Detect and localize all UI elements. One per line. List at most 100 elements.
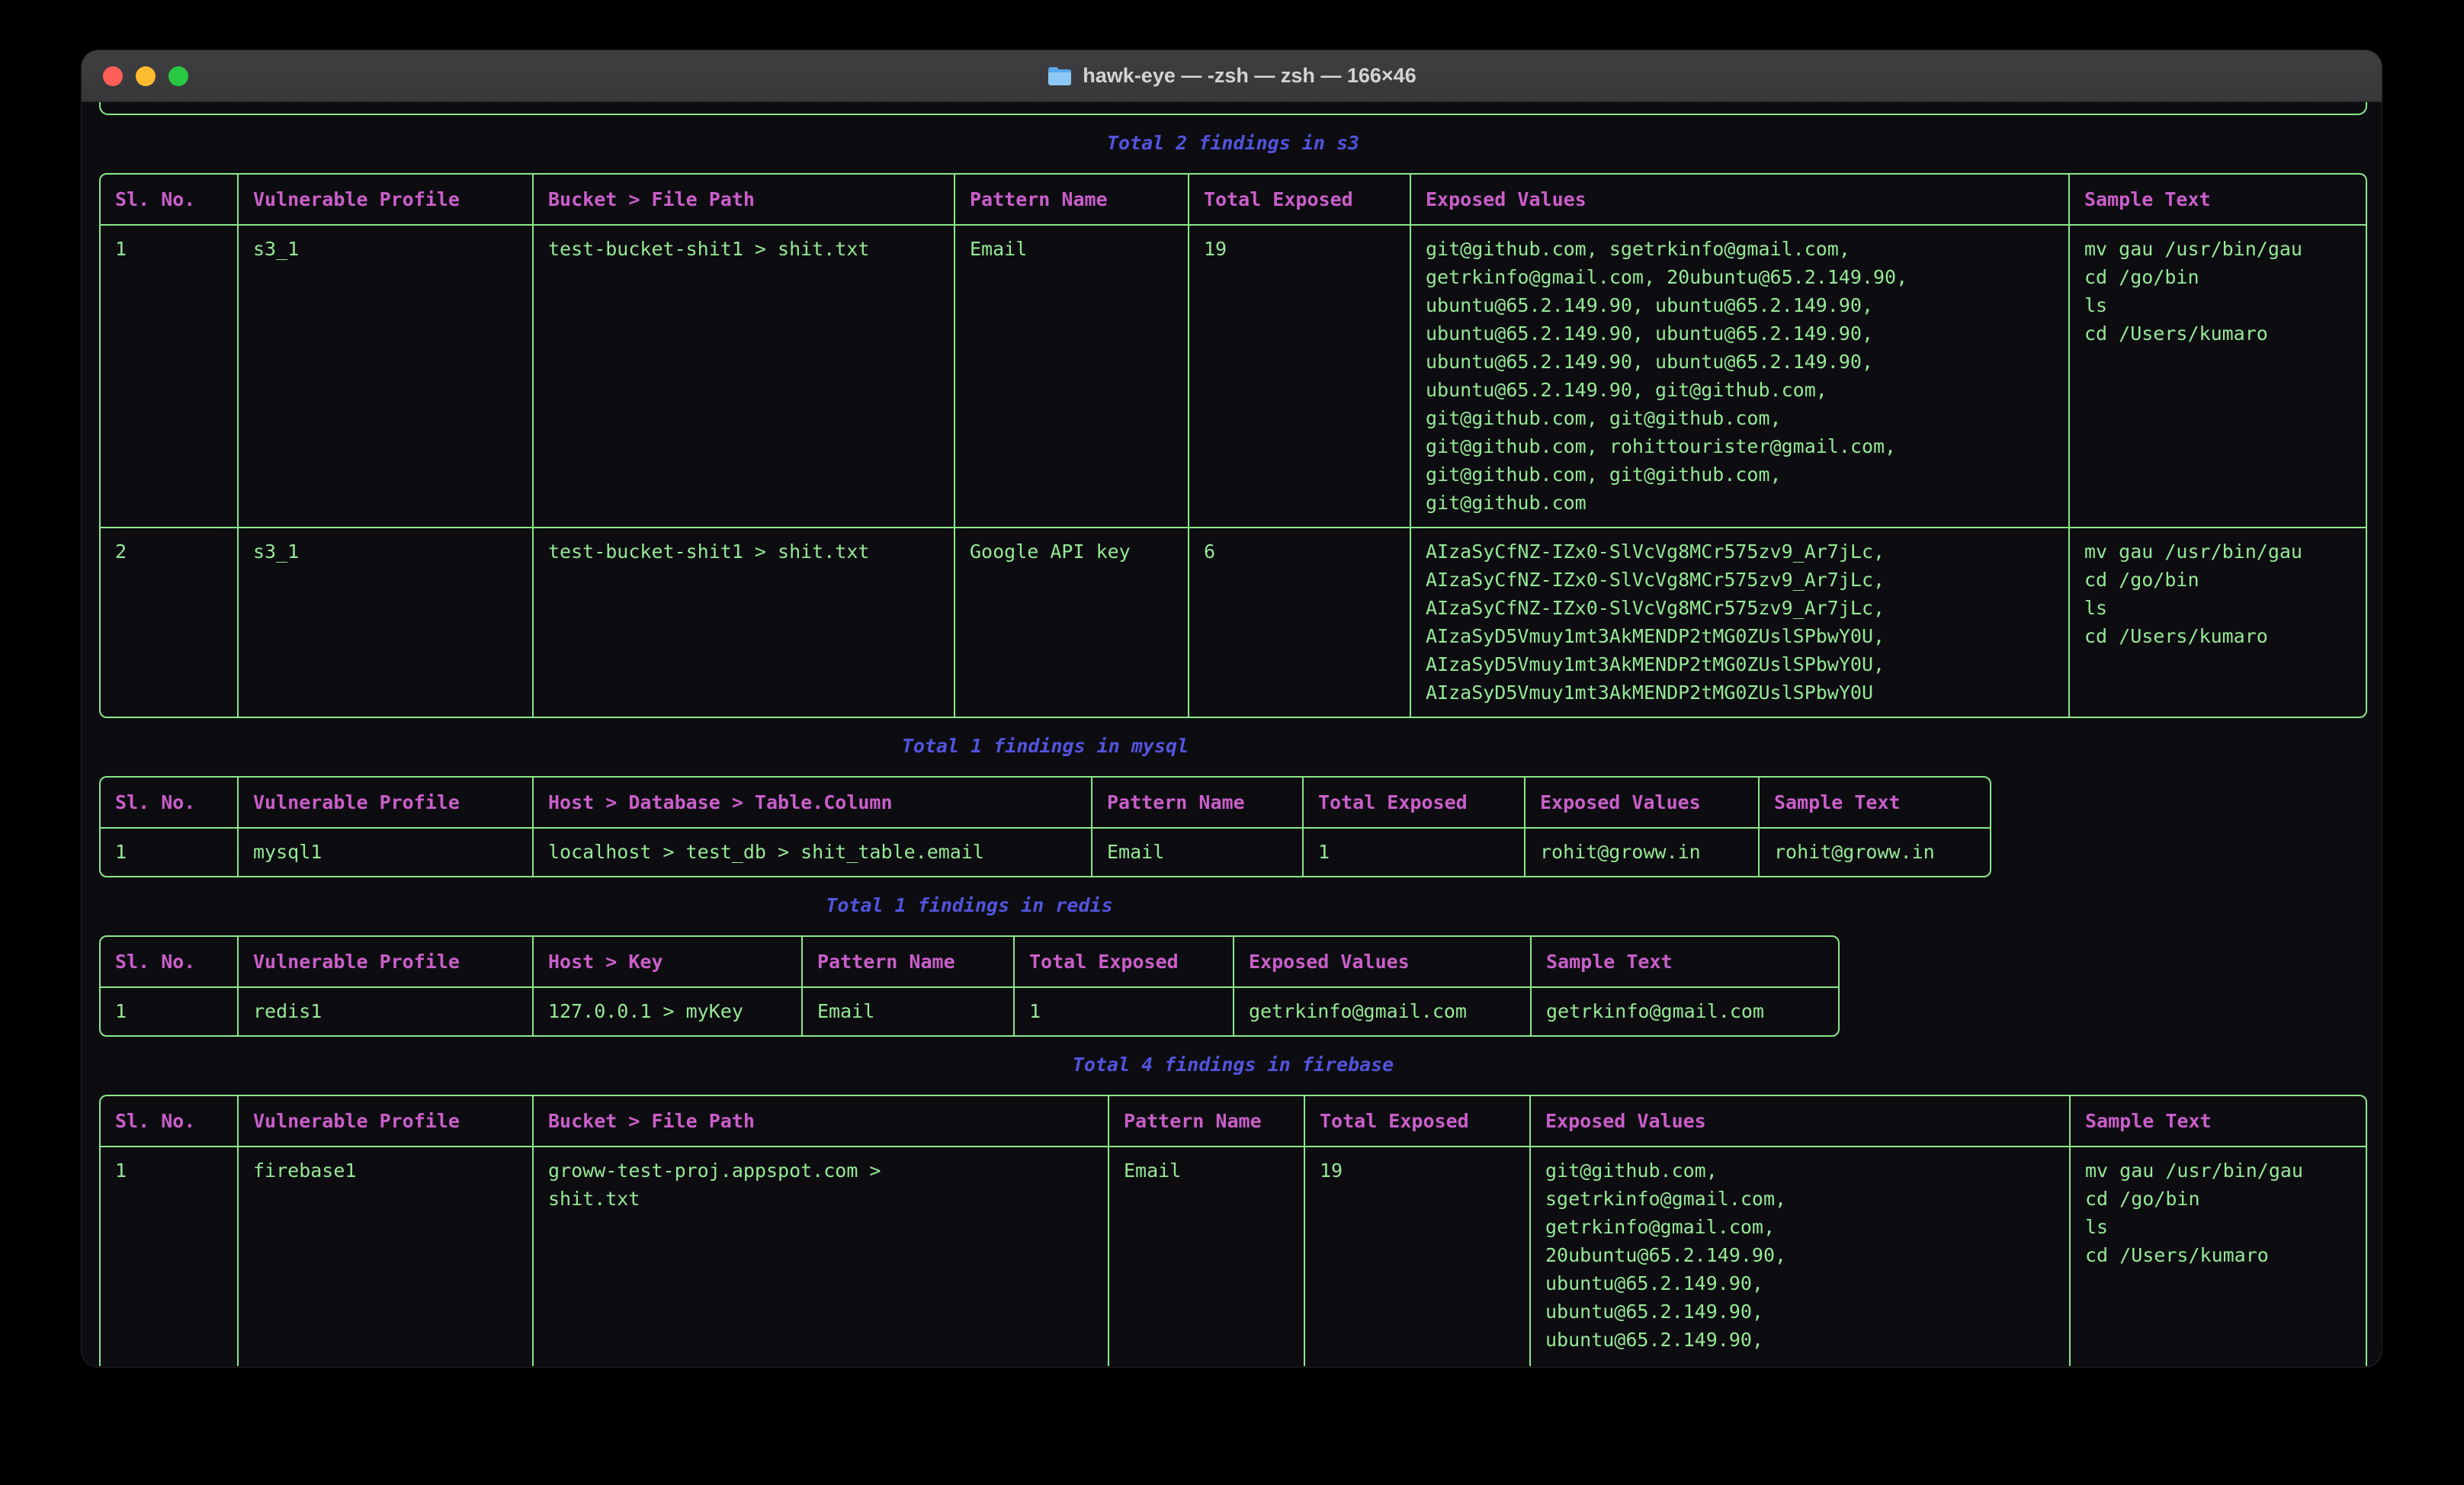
findings-section-redis: Total 1 findings in redis Sl. No.Vulnerab… (99, 891, 1840, 1037)
table-mysql: Sl. No.Vulnerable ProfileHost > Database… (101, 778, 1991, 876)
header-row: Sl. No.Vulnerable ProfileHost > Database… (101, 778, 1991, 828)
column-header: Exposed Values (1410, 175, 2069, 225)
column-header: Vulnerable Profile (238, 778, 533, 828)
column-header: Bucket > File Path (533, 1096, 1108, 1147)
table-row: 1mysql1localhost > test_db > shit_table.… (101, 828, 1991, 876)
folder-icon (1047, 65, 1073, 88)
column-header: Pattern Name (954, 175, 1189, 225)
column-header: Sample Text (1531, 937, 1840, 987)
findings-table-redis: Sl. No.Vulnerable ProfileHost > KeyPatte… (99, 935, 1840, 1037)
column-header: Sl. No. (101, 937, 238, 987)
column-header: Sample Text (2069, 175, 2367, 225)
table-cell: Email (802, 987, 1014, 1035)
table-cell: Google API key (954, 528, 1189, 717)
table-cell: redis1 (238, 987, 533, 1035)
column-header: Sample Text (2070, 1096, 2367, 1147)
column-header: Total Exposed (1014, 937, 1234, 987)
column-header: Vulnerable Profile (238, 1096, 533, 1147)
findings-section-firebase: Total 4 findings in firebase Sl. No.Vulne… (99, 1050, 2367, 1366)
column-header: Total Exposed (1303, 778, 1525, 828)
table-cell: 1 (1303, 828, 1525, 876)
column-header: Sl. No. (101, 1096, 238, 1147)
column-header: Total Exposed (1189, 175, 1410, 225)
table-cell: rohit@groww.in (1759, 828, 1991, 876)
table-cell: 1 (101, 225, 238, 528)
table-cell: Email (954, 225, 1189, 528)
table-cell: 1 (101, 828, 238, 876)
table-cell: git@github.com, sgetrkinfo@gmail.com, ge… (1530, 1147, 2070, 1366)
table-cell: mv gau /usr/bin/gau cd /go/bin ls cd /Us… (2070, 1147, 2367, 1366)
window-titlebar[interactable]: hawk-eye — -zsh — zsh — 166×46 (82, 50, 2382, 102)
section-title-firebase: Total 4 findings in firebase (99, 1050, 2367, 1079)
findings-table-firebase: Sl. No.Vulnerable ProfileBucket > File P… (99, 1095, 2367, 1366)
column-header: Sl. No. (101, 778, 238, 828)
column-header: Sl. No. (101, 175, 238, 225)
previous-table-bottom-border (99, 102, 2367, 115)
column-header: Exposed Values (1234, 937, 1531, 987)
table-cell: groww-test-proj.appspot.com > shit.txt (533, 1147, 1108, 1366)
table-cell: getrkinfo@gmail.com (1234, 987, 1531, 1035)
table-cell: rohit@groww.in (1525, 828, 1759, 876)
table-cell: firebase1 (238, 1147, 533, 1366)
header-row: Sl. No.Vulnerable ProfileBucket > File P… (101, 175, 2367, 225)
table-cell: s3_1 (238, 225, 533, 528)
table-cell: 2 (101, 528, 238, 717)
table-cell: Email (1108, 1147, 1304, 1366)
column-header: Exposed Values (1530, 1096, 2070, 1147)
section-title-mysql: Total 1 findings in mysql (99, 732, 1991, 760)
findings-section-s3: Total 2 findings in s3 Sl. No.Vulnerable … (99, 129, 2367, 718)
table-cell: mv gau /usr/bin/gau cd /go/bin ls cd /Us… (2069, 225, 2367, 528)
table-cell: 6 (1189, 528, 1410, 717)
column-header: Vulnerable Profile (238, 937, 533, 987)
findings-section-mysql: Total 1 findings in mysql Sl. No.Vulnerab… (99, 732, 1991, 877)
column-header: Pattern Name (1108, 1096, 1304, 1147)
header-row: Sl. No.Vulnerable ProfileHost > KeyPatte… (101, 937, 1840, 987)
findings-table-s3: Sl. No.Vulnerable ProfileBucket > File P… (99, 173, 2367, 718)
table-cell: 1 (101, 1147, 238, 1366)
traffic-lights (103, 66, 188, 86)
window-title-area: hawk-eye — -zsh — zsh — 166×46 (82, 64, 2382, 88)
terminal-window: hawk-eye — -zsh — zsh — 166×46 Total 2 f… (82, 50, 2382, 1367)
column-header: Bucket > File Path (533, 175, 954, 225)
table-row: 1firebase1groww-test-proj.appspot.com > … (101, 1147, 2367, 1366)
table-firebase: Sl. No.Vulnerable ProfileBucket > File P… (101, 1096, 2367, 1366)
close-button[interactable] (103, 66, 123, 86)
table-redis: Sl. No.Vulnerable ProfileHost > KeyPatte… (101, 937, 1840, 1035)
table-cell: Email (1092, 828, 1303, 876)
table-cell: s3_1 (238, 528, 533, 717)
column-header: Sample Text (1759, 778, 1991, 828)
table-row: 1s3_1test-bucket-shit1 > shit.txtEmail19… (101, 225, 2367, 528)
column-header: Exposed Values (1525, 778, 1759, 828)
minimize-button[interactable] (136, 66, 156, 86)
table-cell: mysql1 (238, 828, 533, 876)
table-cell: getrkinfo@gmail.com (1531, 987, 1840, 1035)
header-row: Sl. No.Vulnerable ProfileBucket > File P… (101, 1096, 2367, 1147)
findings-sections: Total 2 findings in s3Sl. No.Vulnerable … (99, 129, 2364, 1366)
terminal-content[interactable]: Total 2 findings in s3Sl. No.Vulnerable … (82, 102, 2382, 1366)
column-header: Pattern Name (1092, 778, 1303, 828)
window-title: hawk-eye — -zsh — zsh — 166×46 (1083, 64, 1416, 88)
table-cell: 1 (1014, 987, 1234, 1035)
zoom-button[interactable] (168, 66, 188, 86)
section-title-s3: Total 2 findings in s3 (99, 129, 2367, 157)
column-header: Vulnerable Profile (238, 175, 533, 225)
table-cell: 127.0.0.1 > myKey (533, 987, 802, 1035)
column-header: Host > Key (533, 937, 802, 987)
table-cell: test-bucket-shit1 > shit.txt (533, 225, 954, 528)
column-header: Host > Database > Table.Column (533, 778, 1092, 828)
findings-table-mysql: Sl. No.Vulnerable ProfileHost > Database… (99, 776, 1991, 877)
table-row: 1redis1127.0.0.1 > myKeyEmail1getrkinfo@… (101, 987, 1840, 1035)
table-cell: git@github.com, sgetrkinfo@gmail.com, ge… (1410, 225, 2069, 528)
column-header: Pattern Name (802, 937, 1014, 987)
table-cell: test-bucket-shit1 > shit.txt (533, 528, 954, 717)
table-cell: 19 (1189, 225, 1410, 528)
table-cell: AIzaSyCfNZ-IZx0-SlVcVg8MCr575zv9_Ar7jLc,… (1410, 528, 2069, 717)
table-cell: localhost > test_db > shit_table.email (533, 828, 1092, 876)
table-cell: 1 (101, 987, 238, 1035)
table-row: 2s3_1test-bucket-shit1 > shit.txtGoogle … (101, 528, 2367, 717)
table-s3: Sl. No.Vulnerable ProfileBucket > File P… (101, 175, 2367, 717)
table-cell: mv gau /usr/bin/gau cd /go/bin ls cd /Us… (2069, 528, 2367, 717)
table-cell: 19 (1304, 1147, 1530, 1366)
section-title-redis: Total 1 findings in redis (99, 891, 1840, 919)
column-header: Total Exposed (1304, 1096, 1530, 1147)
